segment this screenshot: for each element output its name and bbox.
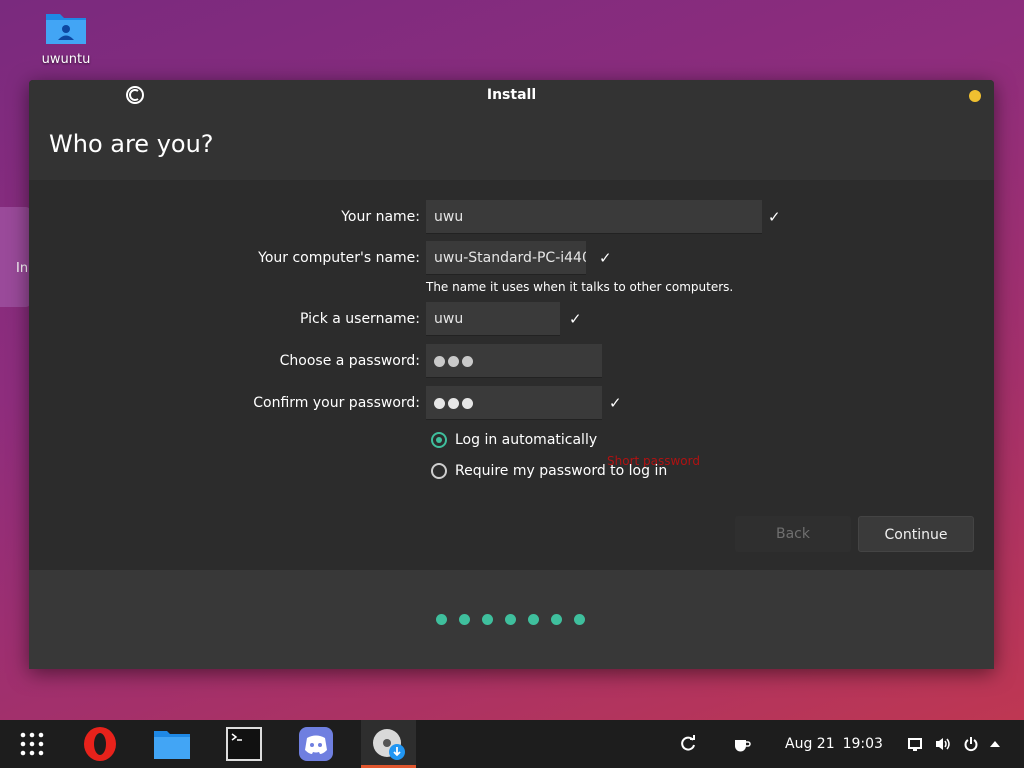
- user-form: Your name: uwu ✓ Your computer's name: u…: [29, 180, 994, 570]
- name-input[interactable]: uwu: [426, 200, 762, 234]
- name-label: Your name:: [341, 209, 420, 225]
- volume-button[interactable]: [934, 720, 954, 768]
- confirm-check-icon: ✓: [609, 394, 622, 412]
- username-row: Pick a username: uwu ✓: [29, 302, 994, 338]
- taskbar-discord[interactable]: [290, 720, 342, 768]
- back-button[interactable]: Back: [735, 516, 851, 552]
- continue-button[interactable]: Continue: [858, 516, 974, 552]
- radio-selected-icon: [431, 432, 447, 448]
- password-mask: [434, 344, 594, 377]
- page-heading: Who are you?: [49, 130, 214, 158]
- app-grid-icon: [20, 732, 44, 756]
- caret-up-icon: [990, 741, 1000, 747]
- taskbar-opera[interactable]: [74, 720, 126, 768]
- refresh-icon: [681, 735, 695, 751]
- computer-row: Your computer's name: uwu-Standard-PC-i4…: [29, 241, 994, 277]
- power-button[interactable]: [963, 720, 981, 768]
- desktop-icon-label: uwuntu: [41, 52, 91, 67]
- taskbar: Aug 21 19:03: [0, 720, 1024, 768]
- notifications-button[interactable]: [907, 720, 925, 768]
- window-title: Install: [486, 87, 537, 103]
- taskbar-files[interactable]: [146, 720, 198, 768]
- clock-button[interactable]: Aug 21 19:03: [785, 720, 883, 768]
- caffeine-button[interactable]: [732, 720, 754, 768]
- installer-icon: [372, 729, 405, 760]
- progress-dot: [574, 614, 585, 625]
- username-input[interactable]: uwu: [426, 302, 560, 336]
- folder-icon: [46, 14, 86, 44]
- radio-auto-label: Log in automatically: [455, 432, 598, 448]
- progress-dot: [505, 614, 516, 625]
- app-grid-button[interactable]: [10, 720, 54, 768]
- password-input[interactable]: [426, 344, 602, 378]
- radio-require-label: Require my password to log in: [455, 463, 668, 479]
- name-check-icon: ✓: [768, 208, 781, 226]
- confirm-password-input[interactable]: [426, 386, 602, 420]
- coffee-cup-icon: [735, 740, 751, 752]
- date-text: Aug 21: [785, 736, 835, 752]
- progress-dot: [551, 614, 562, 625]
- power-icon: [964, 737, 978, 752]
- radio-login-automatically[interactable]: Log in automatically: [431, 432, 597, 448]
- confirm-password-mask: [434, 386, 594, 419]
- confirm-row: Confirm your password: ✓: [29, 386, 994, 422]
- computer-name-input[interactable]: uwu-Standard-PC-i440f: [426, 241, 586, 275]
- progress-dot: [528, 614, 539, 625]
- desktop-home-folder[interactable]: uwuntu: [38, 8, 94, 67]
- time-text: 19:03: [842, 736, 883, 752]
- radio-require-password[interactable]: Require my password to log in: [431, 463, 667, 479]
- background-window-peek[interactable]: In: [0, 207, 30, 307]
- radio-unselected-icon: [431, 463, 447, 479]
- username-check-icon: ✓: [569, 310, 582, 328]
- screen-icon: [908, 738, 922, 751]
- progress-dot: [459, 614, 470, 625]
- name-row: Your name: uwu ✓: [29, 200, 994, 236]
- taskbar-installer[interactable]: [361, 720, 416, 768]
- password-label: Choose a password:: [279, 353, 420, 369]
- opera-icon: [84, 727, 116, 761]
- computer-name-label: Your computer's name:: [258, 250, 420, 266]
- progress-footer: [29, 570, 994, 669]
- confirm-password-label: Confirm your password:: [253, 395, 420, 411]
- window-titlebar[interactable]: Install Who are you?: [29, 80, 994, 180]
- taskbar-terminal[interactable]: [218, 720, 270, 768]
- computer-check-icon: ✓: [599, 249, 612, 267]
- password-row: Choose a password:: [29, 344, 994, 380]
- progress-dot: [482, 614, 493, 625]
- refresh-button[interactable]: [679, 720, 699, 768]
- peek-label: In: [16, 261, 29, 276]
- installer-window: Install Who are you? Your name: uwu ✓ Yo…: [29, 80, 994, 669]
- terminal-icon: [226, 727, 262, 761]
- computer-name-hint: The name it uses when it talks to other …: [426, 280, 734, 294]
- username-label: Pick a username:: [299, 311, 420, 327]
- discord-icon: [299, 727, 333, 761]
- volume-icon: [936, 738, 950, 750]
- window-close-button[interactable]: [969, 90, 981, 102]
- progress-dot: [436, 614, 447, 625]
- files-icon: [154, 731, 190, 759]
- tray-expand-button[interactable]: [989, 720, 1003, 768]
- progress-dots: [436, 614, 585, 625]
